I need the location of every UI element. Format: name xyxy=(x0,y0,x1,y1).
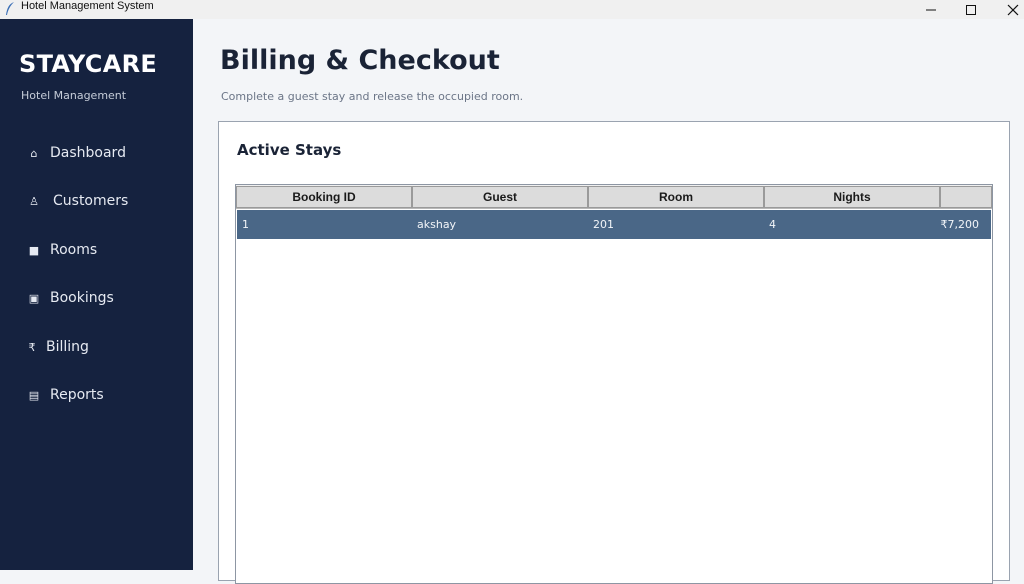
sidebar-item-dashboard[interactable]: ⌂ Dashboard xyxy=(22,138,126,168)
sidebar-item-customers[interactable]: ♙ Customers xyxy=(22,186,128,216)
cell-room: 201 xyxy=(593,218,614,231)
cell-booking-id: 1 xyxy=(242,218,249,231)
window-title: Hotel Management System xyxy=(21,0,154,12)
close-icon xyxy=(1007,4,1019,15)
sidebar-item-label: Bookings xyxy=(50,290,114,306)
maximize-button[interactable] xyxy=(951,0,991,19)
column-header-booking-id[interactable]: Booking ID xyxy=(236,186,412,208)
table-row[interactable]: 1 akshay 201 4 ₹7,200 xyxy=(237,210,991,239)
column-header-amount[interactable] xyxy=(940,186,992,208)
cell-amount: ₹7,200 xyxy=(940,218,980,231)
close-button[interactable] xyxy=(993,0,1024,19)
sidebar-item-rooms[interactable]: ■ Rooms xyxy=(22,235,97,265)
sidebar-item-bookings[interactable]: ▣ Bookings xyxy=(22,283,114,313)
sidebar-item-billing[interactable]: ₹ Billing xyxy=(22,332,89,362)
table-header: Booking ID Guest Room Nights xyxy=(236,185,992,209)
rupee-icon: ₹ xyxy=(28,340,36,354)
sidebar-item-label: Reports xyxy=(50,387,104,403)
cell-guest: akshay xyxy=(417,218,457,231)
brand-logo-text: STAYCARE xyxy=(19,50,158,78)
cell-nights: 4 xyxy=(769,218,776,231)
active-stays-card: Active Stays Booking ID Guest Room Night… xyxy=(218,121,1010,584)
minimize-icon xyxy=(926,9,936,10)
home-icon: ⌂ xyxy=(30,146,38,160)
window-titlebar: Hotel Management System xyxy=(0,0,1024,19)
column-header-nights[interactable]: Nights xyxy=(764,186,940,208)
calendar-icon: ▣ xyxy=(28,291,40,305)
page-subtitle: Complete a guest stay and release the oc… xyxy=(221,90,524,103)
sidebar: STAYCARE Hotel Management ⌂ Dashboard ♙ … xyxy=(0,19,193,570)
user-icon: ♙ xyxy=(29,194,39,208)
sidebar-item-reports[interactable]: ▤ Reports xyxy=(22,380,104,410)
column-header-guest[interactable]: Guest xyxy=(412,186,588,208)
active-stays-table[interactable]: Booking ID Guest Room Nights 1 akshay 20… xyxy=(235,184,993,584)
card-title: Active Stays xyxy=(237,141,342,159)
sidebar-item-label: Rooms xyxy=(50,242,98,258)
square-icon: ■ xyxy=(28,243,40,257)
column-header-room[interactable]: Room xyxy=(588,186,764,208)
feather-icon xyxy=(6,2,14,15)
page-title: Billing & Checkout xyxy=(220,45,500,76)
minimize-button[interactable] xyxy=(911,0,951,19)
sidebar-item-label: Dashboard xyxy=(50,145,126,161)
sidebar-item-label: Billing xyxy=(46,339,89,355)
brand-subtitle: Hotel Management xyxy=(21,89,127,102)
sidebar-item-label: Customers xyxy=(53,193,129,209)
report-icon: ▤ xyxy=(28,388,40,402)
maximize-icon xyxy=(966,4,976,15)
